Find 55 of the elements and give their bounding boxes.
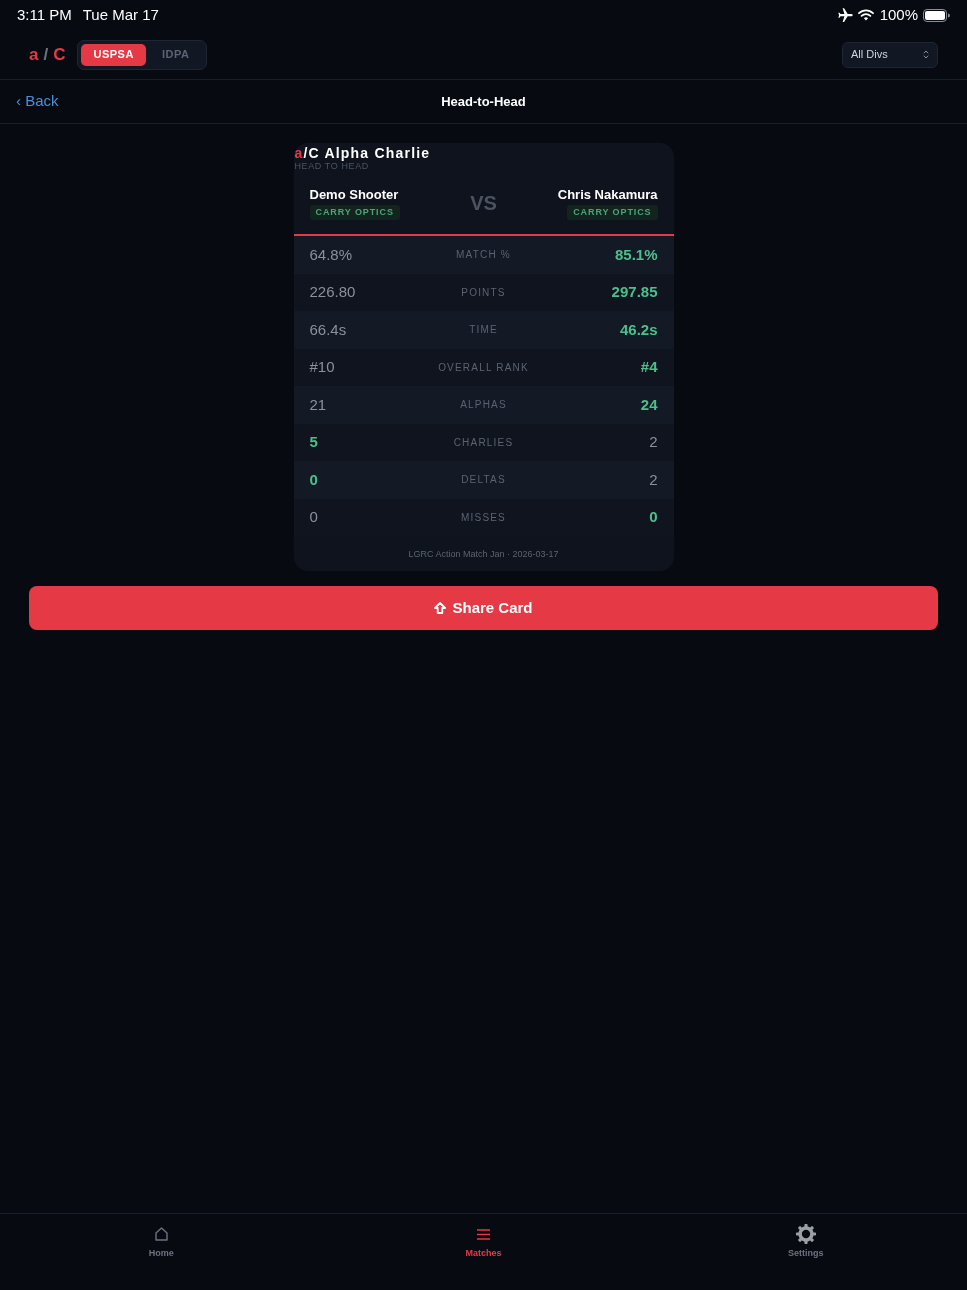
division-dropdown[interactable]: All Divs xyxy=(842,41,938,68)
left-value: 66.4s xyxy=(309,319,347,340)
division-badge: CARRY OPTICS xyxy=(567,205,658,220)
logo-letter: C xyxy=(53,43,66,66)
back-link[interactable]: ‹ Back xyxy=(16,90,59,113)
wifi-icon xyxy=(857,9,874,21)
share-icon xyxy=(434,602,447,614)
sport-tab[interactable]: USPSA xyxy=(81,43,146,66)
right-value: 46.2s xyxy=(619,319,658,340)
right-value: 85.1% xyxy=(614,244,658,265)
left-value: #10 xyxy=(309,357,335,377)
stat-label: MATCH % xyxy=(456,248,511,263)
division-badge: CARRY OPTICS xyxy=(309,205,400,220)
right-value: #4 xyxy=(640,357,658,377)
chevron-updown-icon xyxy=(923,50,929,59)
stat-label: OVERALL RANK xyxy=(438,360,529,375)
left-value: 226.80 xyxy=(309,282,356,302)
stat-label: ALPHAS xyxy=(460,398,507,413)
settings-icon xyxy=(795,1224,816,1244)
battery-percent: 100% xyxy=(879,4,918,25)
sport-tab[interactable]: IDPA xyxy=(147,43,204,66)
stat-label: CHARLIES xyxy=(453,435,514,450)
airplane-icon xyxy=(837,7,853,23)
card-brand: a/C Alpha Charlie xyxy=(294,145,432,161)
logo-separator: / xyxy=(43,43,49,66)
home-icon xyxy=(154,1227,168,1241)
status-date: Tue Mar 17 xyxy=(82,4,159,25)
stat-label: DELTAS xyxy=(461,473,506,488)
left-value: 21 xyxy=(309,394,327,415)
right-value: 24 xyxy=(640,394,658,415)
left-value: 64.8% xyxy=(309,244,353,265)
right-value: 2 xyxy=(649,432,658,452)
tab-bar-item[interactable]: Settings xyxy=(644,1214,967,1261)
competitor-name: Demo Shooter xyxy=(309,186,399,204)
left-value: 0 xyxy=(309,469,318,490)
match-footer: LGRC Action Match Jan · 2026-03-17 xyxy=(408,548,559,560)
right-value: 2 xyxy=(649,469,658,490)
stat-label: TIME xyxy=(469,323,498,338)
stat-label: MISSES xyxy=(461,510,506,525)
right-value: 297.85 xyxy=(611,282,658,302)
logo-letter: a xyxy=(29,43,39,66)
competitor-name: Chris Nakamura xyxy=(557,186,658,204)
stat-label: POINTS xyxy=(461,285,506,300)
menu-icon xyxy=(477,1228,490,1240)
share-card-button[interactable]: Share Card xyxy=(29,586,938,630)
left-value: 5 xyxy=(309,432,318,452)
right-value: 0 xyxy=(649,507,658,527)
tab-bar-item[interactable]: Home xyxy=(0,1214,323,1261)
left-value: 0 xyxy=(309,507,318,527)
battery-icon xyxy=(923,8,950,22)
versus-label: VS xyxy=(469,191,498,216)
page-title: Head-to-Head xyxy=(441,92,526,111)
status-time: 3:11 PM xyxy=(17,4,72,25)
card-subtitle: HEAD TO HEAD xyxy=(294,161,370,172)
tab-bar-item[interactable]: Matches xyxy=(322,1214,645,1261)
